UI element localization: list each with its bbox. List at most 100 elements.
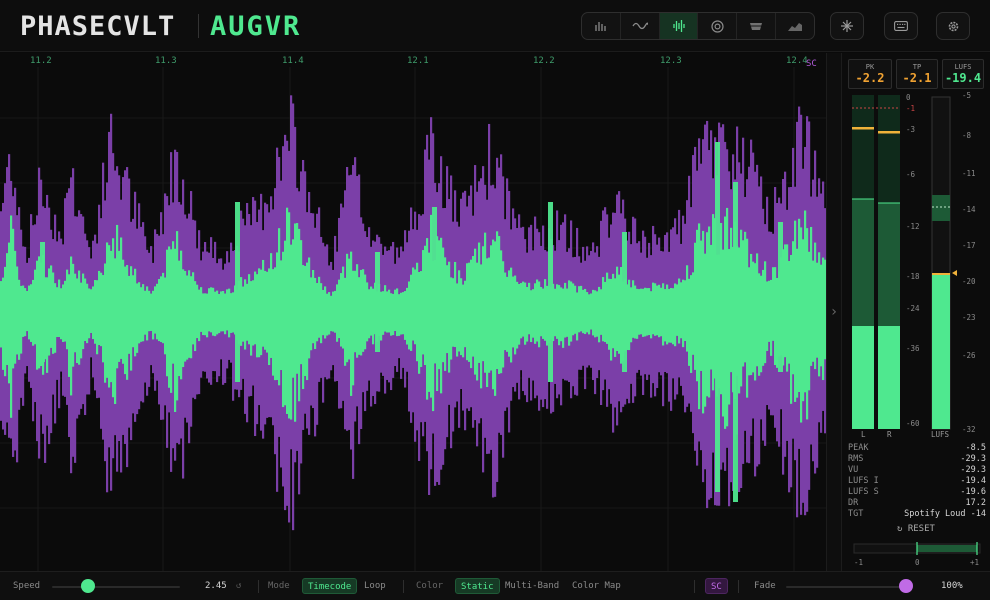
wave-view-button[interactable]	[621, 13, 660, 39]
main-wave-bar	[612, 273, 615, 349]
main-wave-bar	[654, 283, 657, 336]
main-wave-bar	[74, 273, 77, 353]
fade-value: 100%	[941, 581, 963, 591]
main-wave-bar	[14, 250, 17, 364]
reset-icon: ↻	[897, 524, 903, 534]
main-wave-bar	[398, 294, 401, 336]
speed-slider-track[interactable]	[52, 586, 180, 588]
speed-slider-handle[interactable]	[80, 579, 95, 593]
main-wave-bar	[228, 288, 231, 338]
main-wave-bar	[368, 289, 371, 339]
main-wave-bar	[4, 266, 7, 377]
target-view-button[interactable]	[698, 13, 738, 39]
keyboard-icon	[894, 21, 908, 31]
main-wave-bar	[260, 269, 263, 356]
waveform-display[interactable]: 11.2 11.3 11.4 12.1 12.2 12.3 12.4 SC	[0, 53, 826, 571]
main-wave-bar	[520, 283, 523, 339]
waveform-icon	[672, 20, 685, 32]
mode-loop-button[interactable]: Loop	[364, 581, 386, 591]
keyboard-button[interactable]	[884, 12, 918, 40]
main-wave-bar	[408, 281, 411, 350]
main-wave-bar	[154, 286, 157, 334]
main-wave-bar	[40, 242, 45, 362]
speed-reset-icon[interactable]: ↺	[236, 581, 241, 591]
main-wave-bar	[160, 276, 163, 343]
waveform-view-button[interactable]	[659, 13, 699, 39]
settings-button[interactable]	[936, 12, 970, 40]
main-wave-bar	[492, 239, 495, 390]
main-wave-bar	[512, 276, 515, 348]
main-wave-bar	[692, 272, 695, 355]
lufs-target-zone	[932, 195, 950, 221]
main-wave-bar	[746, 238, 749, 398]
main-wave-bar	[400, 292, 403, 335]
meter-stat-row[interactable]: TGT Spotify Loud -14	[848, 509, 986, 519]
bowl-view-button[interactable]	[737, 13, 777, 39]
main-wave-bar	[344, 277, 347, 366]
main-wave-bar	[96, 280, 99, 355]
freeze-button[interactable]	[830, 12, 864, 40]
sidechain-toggle[interactable]: SC	[705, 578, 728, 594]
main-wave-bar	[516, 281, 519, 349]
main-wave-bar	[698, 223, 701, 410]
spectrum-view-button[interactable]	[776, 13, 814, 39]
main-wave-bar	[170, 249, 173, 393]
main-wave-bar	[422, 250, 425, 355]
peak-scale-tick: -12	[906, 222, 920, 231]
fade-slider-handle[interactable]	[899, 579, 913, 593]
main-wave-bar	[686, 265, 689, 352]
main-wave-bar	[588, 294, 591, 335]
main-wave-bar	[678, 278, 681, 344]
main-wave-bar	[360, 269, 363, 356]
main-wave-bar	[438, 240, 441, 370]
main-wave-bar	[390, 293, 393, 336]
bowl-icon	[750, 22, 763, 30]
lufs-scale-tick: -32	[962, 425, 976, 434]
main-wave-bar	[150, 293, 153, 331]
main-wave-bar	[596, 291, 599, 337]
main-wave-bar	[462, 284, 465, 358]
main-wave-bar	[444, 257, 447, 371]
main-wave-bar	[162, 272, 165, 344]
main-wave-bar	[212, 287, 215, 336]
main-wave-bar	[48, 268, 51, 356]
color-map-button[interactable]: Color Map	[572, 581, 621, 591]
meter-stat-label: VU	[848, 465, 859, 475]
peak-readout: PK -2.2	[848, 59, 892, 89]
collapse-meters-button[interactable]: ›	[826, 53, 842, 571]
main-wave-bar	[338, 279, 341, 339]
chevron-right-icon: ›	[829, 304, 839, 320]
fade-slider-track[interactable]	[786, 586, 906, 588]
main-wave-bar	[564, 282, 567, 338]
bars-view-button[interactable]	[582, 13, 621, 39]
main-wave-bar	[790, 254, 793, 404]
meter-stat-row: LUFS S -19.6	[848, 487, 986, 497]
meter-stat-value: -29.3	[960, 454, 986, 464]
main-wave-bar	[404, 291, 407, 340]
color-multiband-button[interactable]: Multi-Band	[505, 581, 559, 591]
color-static-button[interactable]: Static	[455, 578, 500, 594]
main-wave-bar	[148, 290, 151, 332]
main-wave-bar	[120, 237, 123, 359]
main-wave-bar	[466, 263, 469, 361]
main-wave-bar	[752, 261, 755, 373]
chart-icon	[788, 22, 803, 31]
main-wave-bar	[460, 278, 463, 356]
reset-button[interactable]: ↻ RESET	[897, 524, 935, 534]
main-wave-bar	[586, 292, 589, 333]
main-wave-bar	[604, 281, 607, 343]
main-wave-bar	[764, 261, 767, 364]
main-wave-bar	[246, 283, 249, 341]
main-wave-bar	[188, 270, 191, 358]
main-wave-bar	[414, 269, 417, 345]
main-wave-bar	[656, 285, 659, 336]
main-wave-bar	[362, 269, 365, 352]
main-wave-bar	[392, 293, 395, 336]
meter-stat-label: PEAK	[848, 443, 869, 453]
mode-timecode-button[interactable]: Timecode	[302, 578, 358, 594]
main-wave-bar	[330, 295, 333, 332]
right-meter-label: R	[887, 430, 892, 439]
main-wave-bar	[426, 238, 429, 400]
main-wave-bar	[502, 261, 505, 368]
main-wave-bar	[776, 277, 779, 368]
